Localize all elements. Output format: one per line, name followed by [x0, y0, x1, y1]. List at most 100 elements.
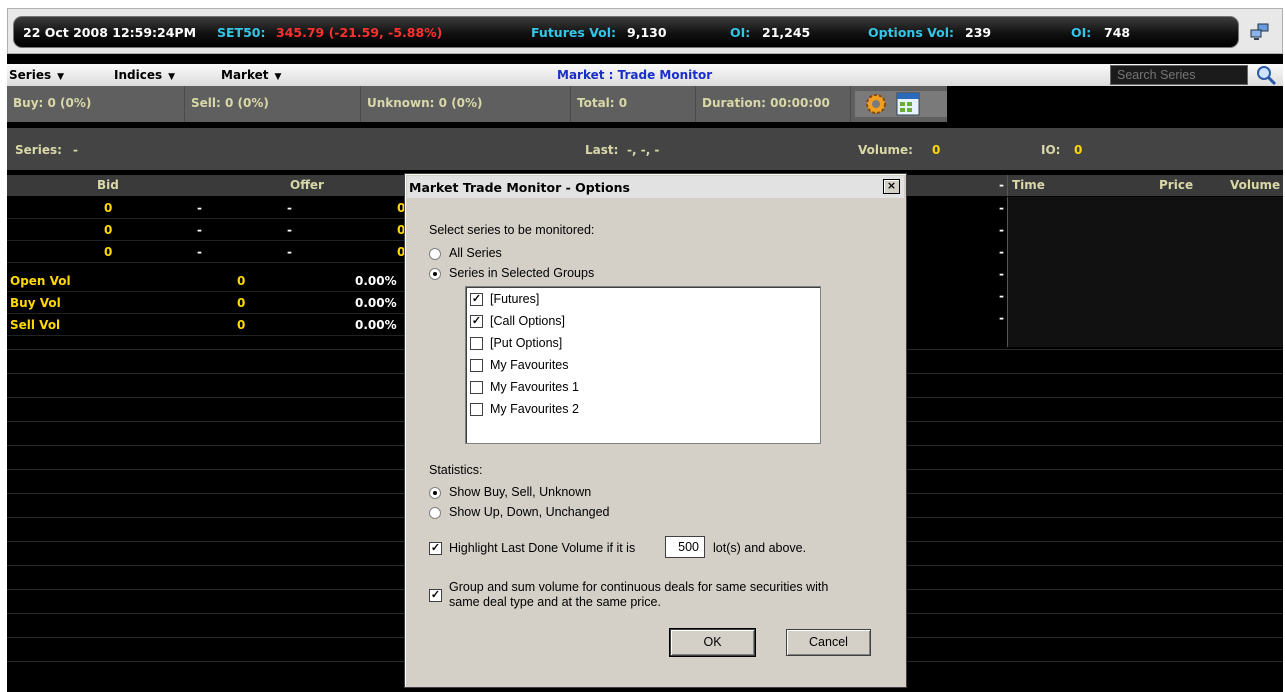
menu-series-label: Series	[9, 68, 52, 82]
chevron-down-icon: ▼	[274, 72, 282, 82]
highlight-prefix: Highlight Last Done Volume if it is	[449, 541, 636, 555]
my-favourites-2-checkbox[interactable]	[470, 403, 483, 416]
put-options-checkbox[interactable]	[470, 337, 483, 350]
menu-indices[interactable]: Indices ▼	[114, 68, 175, 82]
series-info-bar: Series: - Last: -, -, - Volume: 0 IO: 0	[7, 128, 1283, 170]
open-vol-pct: 0.00%	[355, 274, 397, 288]
oi-value-2: 748	[1104, 25, 1131, 40]
oi-value-1: 21,245	[762, 25, 811, 40]
dialog-titlebar[interactable]: Market Trade Monitor - Options ×	[407, 176, 904, 198]
stats-bar: Buy: 0 (0%) Sell: 0 (0%) Unknown: 0 (0%)…	[7, 86, 947, 122]
volume-stats: Open Vol 0 0.00% Buy Vol 0 0.00% Sell Vo…	[7, 270, 407, 342]
series-label: Series:	[15, 143, 62, 157]
series-value: -	[73, 143, 78, 157]
futures-checkbox[interactable]: ✓	[470, 293, 483, 306]
set50-value: 345.79 (-21.59, -5.88%)	[276, 25, 443, 40]
call-options-checkbox[interactable]: ✓	[470, 315, 483, 328]
depth-dash: -	[287, 223, 292, 237]
show-buy-sell-label: Show Buy, Sell, Unknown	[449, 485, 592, 499]
depth-header-right: -	[907, 175, 1007, 196]
depth-dash: -	[197, 223, 202, 237]
show-up-down-radio[interactable]	[429, 507, 441, 519]
group-label: My Favourites 2	[490, 402, 579, 416]
groups-listbox[interactable]: ✓ [Futures] ✓ [Call Options] [Put Option…	[465, 286, 821, 444]
search-icon[interactable]	[1255, 64, 1277, 86]
my-favourites-1-checkbox[interactable]	[470, 381, 483, 394]
io-label: IO:	[1041, 143, 1061, 157]
menu-series[interactable]: Series ▼	[9, 68, 64, 82]
depth-right-column: - - - - - -	[907, 197, 1007, 347]
futures-vol-value: 9,130	[627, 25, 667, 40]
sell-vol-value: 0	[237, 318, 246, 332]
ok-button[interactable]: OK	[669, 628, 756, 657]
menu-bar: Series ▼ Indices ▼ Market ▼ Market : Trade …	[7, 64, 1283, 86]
chevron-down-icon: ▼	[57, 72, 65, 82]
all-series-radio[interactable]	[429, 248, 441, 260]
group-label: [Futures]	[490, 292, 540, 306]
depth-dash: -	[999, 311, 1004, 325]
menu-market[interactable]: Market ▼	[221, 68, 281, 82]
group-sum-checkbox[interactable]: ✓	[429, 589, 442, 602]
table-row: 0 - - 0	[7, 241, 407, 263]
close-button[interactable]: ×	[883, 179, 900, 194]
open-vol-label: Open Vol	[10, 274, 71, 288]
group-sum-line2: same deal type and at the same price.	[449, 595, 661, 609]
buy-stat: Buy: 0 (0%)	[7, 86, 185, 122]
time-header: Time	[1012, 178, 1045, 192]
list-item: Buy Vol 0 0.00%	[7, 292, 407, 314]
last-label: Last:	[585, 143, 619, 157]
duration-stat: Duration: 00:00:00	[696, 86, 851, 122]
buy-vol-label: Buy Vol	[10, 296, 61, 310]
calculator-icon[interactable]	[895, 91, 921, 117]
my-favourites-checkbox[interactable]	[470, 359, 483, 372]
sell-stat: Sell: 0 (0%)	[185, 86, 361, 122]
dialog-title: Market Trade Monitor - Options	[409, 180, 630, 195]
list-item: Sell Vol 0 0.00%	[7, 314, 407, 336]
table-row: 0 - - 0	[7, 219, 407, 241]
show-buy-sell-radio[interactable]	[429, 487, 441, 499]
depth-dash: -	[999, 289, 1004, 303]
group-label: [Call Options]	[490, 314, 566, 328]
trades-header: Time Price Volume	[1007, 175, 1283, 196]
gear-icon[interactable]	[863, 91, 889, 117]
futures-vol-label: Futures Vol:	[531, 25, 616, 40]
offer-header: Offer	[290, 178, 324, 192]
bid-value: 0	[104, 245, 113, 259]
lot-threshold-input[interactable]: 500	[665, 536, 705, 558]
depth-dash: -	[999, 223, 1004, 237]
menu-indices-label: Indices	[114, 68, 163, 82]
ticker-datetime: 22 Oct 2008 12:59:24PM	[23, 25, 197, 40]
statistics-label: Statistics:	[429, 463, 483, 477]
depth-dash: -	[999, 267, 1004, 281]
group-sum-line1: Group and sum volume for continuous deal…	[449, 580, 829, 594]
oi-label-1: OI:	[730, 25, 751, 40]
volume-value: 0	[932, 143, 941, 157]
oi-label-2: OI:	[1071, 25, 1092, 40]
depth-rows: 0 - - 0 0 - - 0 0 - - 0	[7, 197, 407, 263]
options-vol-value: 239	[965, 25, 992, 40]
bid-header: Bid	[97, 178, 119, 192]
price-header: Price	[1159, 178, 1194, 192]
buy-vol-pct: 0.00%	[355, 296, 397, 310]
volume-label: Volume:	[858, 143, 913, 157]
group-label: My Favourites	[490, 358, 569, 372]
sell-vol-label: Sell Vol	[10, 318, 61, 332]
all-series-label: All Series	[449, 246, 502, 260]
depth-dash: -	[999, 178, 1004, 192]
total-stat: Total: 0	[571, 86, 696, 122]
depth-dash: -	[999, 201, 1004, 215]
depth-dash: -	[287, 201, 292, 215]
select-series-label: Select series to be monitored:	[429, 223, 595, 237]
set50-label: SET50:	[217, 25, 266, 40]
search-input[interactable]	[1110, 65, 1248, 85]
network-icon[interactable]	[1250, 23, 1270, 41]
group-label: My Favourites 1	[490, 380, 579, 394]
show-up-down-label: Show Up, Down, Unchanged	[449, 505, 610, 519]
cancel-button[interactable]: Cancel	[786, 629, 871, 656]
open-vol-value: 0	[237, 274, 246, 288]
highlight-checkbox[interactable]: ✓	[429, 542, 442, 555]
series-in-groups-radio[interactable]	[429, 268, 441, 280]
group-label: [Put Options]	[490, 336, 563, 350]
ticker-strip: 22 Oct 2008 12:59:24PM SET50: 345.79 (-2…	[13, 16, 1239, 48]
bid-value: 0	[104, 201, 113, 215]
